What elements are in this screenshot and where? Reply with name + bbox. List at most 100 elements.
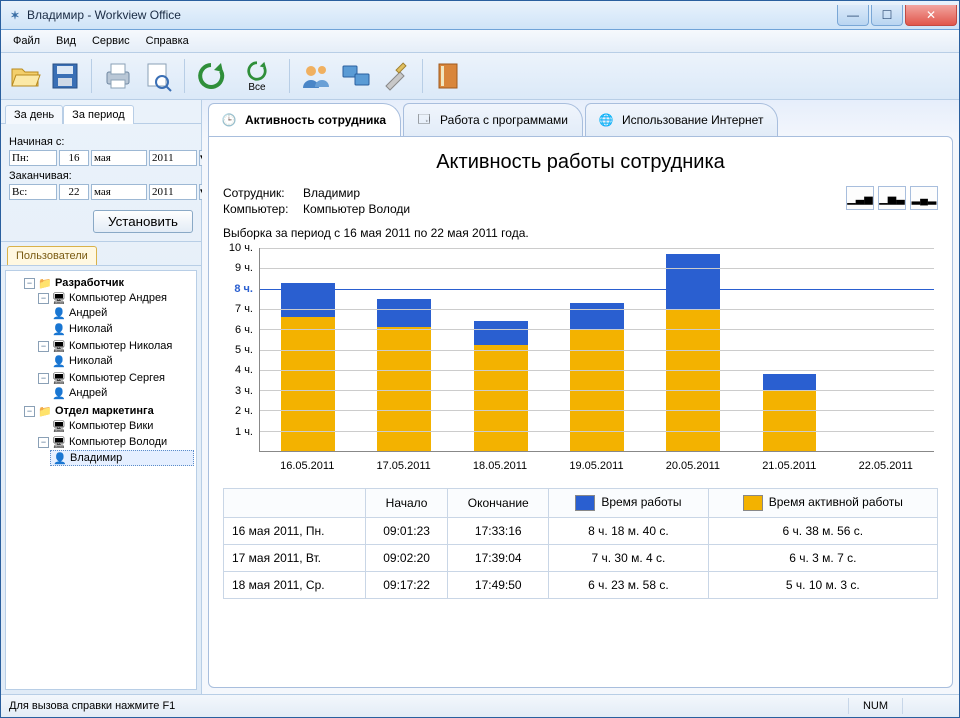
collapse-icon[interactable]: − <box>24 406 35 417</box>
refresh-button[interactable] <box>193 58 229 94</box>
emp-label: Сотрудник: <box>223 186 303 200</box>
pc-value: Компьютер Володи <box>303 202 410 216</box>
statusbar: Для вызова справки нажмите F1 NUM <box>1 694 959 717</box>
close-button[interactable]: ✕ <box>905 5 957 26</box>
computer-icon: 🖥 <box>52 292 66 304</box>
collapse-icon[interactable]: − <box>38 341 49 352</box>
refresh-all-button[interactable]: Все <box>233 58 281 94</box>
user-icon: 👤 <box>52 387 66 399</box>
status-num: NUM <box>848 698 902 714</box>
collapse-icon[interactable]: − <box>38 373 49 384</box>
tree-pc-viki[interactable]: Компьютер Вики <box>69 420 153 432</box>
computer-icon: 🖥 <box>52 436 66 448</box>
collapse-icon[interactable]: − <box>24 278 35 289</box>
tree-pc-nikolay[interactable]: Компьютер Николая <box>69 340 172 352</box>
report-content: Активность работы сотрудника ▁▃▅ ▁▅▃ ▂▄▂… <box>208 136 953 688</box>
table-row: 17 мая 2011, Вт.09:02:2017:39:047 ч. 30 … <box>224 545 938 572</box>
from-label: Начиная с: <box>9 136 193 148</box>
from-day[interactable] <box>59 150 89 166</box>
legend-yellow-icon <box>743 495 763 511</box>
chart-type-1[interactable]: ▁▃▅ <box>846 186 874 210</box>
tree-user-andrey2[interactable]: Андрей <box>69 387 107 399</box>
th-start: Начало <box>365 489 447 518</box>
date-from[interactable]: ▾ <box>9 150 193 166</box>
print-preview-button[interactable] <box>140 58 176 94</box>
tab-internet[interactable]: 🌐Использование Интернет <box>585 103 778 136</box>
window-icon: 🗔 <box>414 110 434 130</box>
tree-group-marketing[interactable]: Отдел маркетинга <box>55 405 154 417</box>
collapse-icon[interactable]: − <box>38 293 49 304</box>
open-button[interactable] <box>7 58 43 94</box>
computer-icon: 🖥 <box>52 372 66 384</box>
group-icon: 📁 <box>38 277 52 289</box>
to-dow[interactable] <box>9 184 57 200</box>
globe-icon: 🌐 <box>596 110 616 130</box>
refresh-all-label: Все <box>248 82 265 93</box>
chart-type-3[interactable]: ▂▄▂ <box>910 186 938 210</box>
users-button[interactable] <box>298 58 334 94</box>
collapse-icon[interactable]: − <box>38 437 49 448</box>
menubar: Файл Вид Сервис Справка <box>1 30 959 53</box>
tab-programs[interactable]: 🗔Работа с программами <box>403 103 583 136</box>
th-work: Время работы <box>549 489 708 518</box>
settings-button[interactable] <box>378 58 414 94</box>
users-tab[interactable]: Пользователи <box>7 246 97 265</box>
print-button[interactable] <box>100 58 136 94</box>
from-dow[interactable] <box>9 150 57 166</box>
app-icon: ✶ <box>7 7 23 23</box>
period-text: Выборка за период с 16 мая 2011 по 22 ма… <box>223 226 938 240</box>
tree-pc-volodya[interactable]: Компьютер Володи <box>69 436 167 448</box>
activity-table: Начало Окончание Время работы Время акти… <box>223 488 938 599</box>
menu-view[interactable]: Вид <box>48 33 84 49</box>
tree-group-dev[interactable]: Разработчик <box>55 277 124 289</box>
from-month[interactable] <box>91 150 147 166</box>
sidebar: За день За период Начиная с: ▾ Заканчива… <box>1 100 202 694</box>
user-icon: 👤 <box>52 323 66 335</box>
save-button[interactable] <box>47 58 83 94</box>
to-month[interactable] <box>91 184 147 200</box>
tree-user-nikolay2[interactable]: Николай <box>69 355 113 367</box>
minimize-button[interactable]: — <box>837 5 869 26</box>
clock-icon: 🕒 <box>219 110 239 130</box>
apply-button[interactable]: Установить <box>93 210 193 233</box>
users-tree[interactable]: −📁Разработчик −🖥Компьютер Андрея 👤Андрей… <box>5 270 197 690</box>
user-icon: 👤 <box>52 307 66 319</box>
toolbar: Все <box>1 53 959 100</box>
titlebar: ✶ Владимир - Workview Office — ☐ ✕ <box>1 1 959 30</box>
date-to[interactable]: ▾ <box>9 184 193 200</box>
chart-type-2[interactable]: ▁▅▃ <box>878 186 906 210</box>
tab-activity[interactable]: 🕒Активность сотрудника <box>208 103 401 136</box>
tab-per-period[interactable]: За период <box>63 105 133 124</box>
to-year[interactable] <box>149 184 197 200</box>
computer-icon: 🖥 <box>52 420 66 432</box>
to-day[interactable] <box>59 184 89 200</box>
report-title: Активность работы сотрудника <box>223 151 938 174</box>
user-icon: 👤 <box>53 452 67 464</box>
user-icon: 👤 <box>52 355 66 367</box>
from-year[interactable] <box>149 150 197 166</box>
tree-user-nikolay[interactable]: Николай <box>69 323 113 335</box>
computer-icon: 🖥 <box>52 340 66 352</box>
tree-user-vladimir[interactable]: Владимир <box>70 452 122 464</box>
tree-pc-sergey[interactable]: Компьютер Сергея <box>69 372 165 384</box>
table-row: 18 мая 2011, Ср.09:17:2217:49:506 ч. 23 … <box>224 572 938 599</box>
status-hint: Для вызова справки нажмите F1 <box>9 700 175 712</box>
activity-chart: 1 ч.2 ч.3 ч.4 ч.5 ч.6 ч.7 ч.8 ч.9 ч.10 ч… <box>223 248 938 478</box>
legend-blue-icon <box>575 495 595 511</box>
tree-pc-andrey[interactable]: Компьютер Андрея <box>69 292 167 304</box>
th-active: Время активной работы <box>708 489 937 518</box>
tree-user-andrey[interactable]: Андрей <box>69 307 107 319</box>
window-title: Владимир - Workview Office <box>27 8 835 22</box>
maximize-button[interactable]: ☐ <box>871 5 903 26</box>
computers-button[interactable] <box>338 58 374 94</box>
main-tabs: 🕒Активность сотрудника 🗔Работа с програм… <box>202 100 959 136</box>
help-button[interactable] <box>431 58 467 94</box>
menu-file[interactable]: Файл <box>5 33 48 49</box>
pc-label: Компьютер: <box>223 202 303 216</box>
group-icon: 📁 <box>38 405 52 417</box>
menu-service[interactable]: Сервис <box>84 33 138 49</box>
tab-per-day[interactable]: За день <box>5 105 63 124</box>
table-row: 16 мая 2011, Пн.09:01:2317:33:168 ч. 18 … <box>224 518 938 545</box>
menu-help[interactable]: Справка <box>138 33 197 49</box>
th-end: Окончание <box>448 489 549 518</box>
